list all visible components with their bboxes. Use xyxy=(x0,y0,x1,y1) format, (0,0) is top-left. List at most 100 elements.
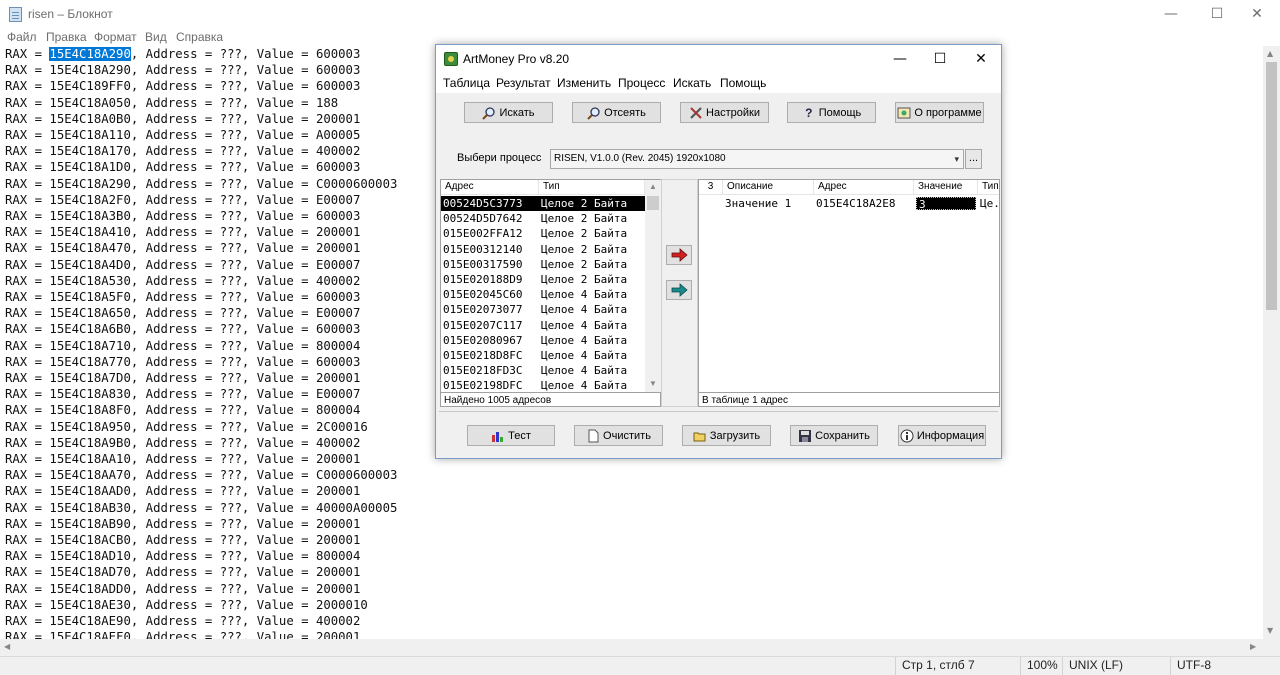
table-cell-type[interactable]: Целое 2 Байта xyxy=(539,226,645,241)
menu-view[interactable]: Вид xyxy=(145,30,167,44)
table-cell-type[interactable]: Целое 4 Байта xyxy=(539,333,645,348)
table-cell-type[interactable]: Целое 4 Байта xyxy=(539,348,645,363)
text-line: RAX = 15E4C18A050, Address = ???, Value … xyxy=(5,95,339,110)
close-button[interactable]: ✕ xyxy=(1234,0,1280,28)
column-header-value[interactable]: Значение xyxy=(914,180,978,195)
menu-format[interactable]: Формат xyxy=(94,30,137,44)
table-cell-type[interactable]: Целое 2 Байта xyxy=(539,272,645,287)
text-line: RAX = 15E4C18A2F0, Address = ???, Value … xyxy=(5,192,361,207)
menu-edit[interactable]: Правка xyxy=(46,30,87,44)
column-header-type[interactable]: Тип xyxy=(539,180,645,195)
menu-change[interactable]: Изменить xyxy=(557,76,611,90)
text-line: RAX = 15E4C18AAD0, Address = ???, Value … xyxy=(5,484,361,499)
menu-process[interactable]: Процесс xyxy=(618,76,665,90)
status-zoom: 100% xyxy=(1020,657,1062,675)
scroll-right-icon[interactable]: ▶ xyxy=(1250,642,1256,651)
browse-process-button[interactable]: ... xyxy=(965,149,982,169)
maximize-button[interactable]: ☐ xyxy=(919,45,961,73)
table-cell-address[interactable]: 015E00317590 xyxy=(441,257,539,272)
scroll-down-icon[interactable]: ▼ xyxy=(1267,626,1273,635)
scroll-thumb[interactable] xyxy=(647,196,659,210)
table-cell-type[interactable]: Целое 2 Байта xyxy=(539,211,645,226)
table-cell-type[interactable]: Це. xyxy=(978,196,999,211)
menu-table[interactable]: Таблица xyxy=(443,76,490,90)
notepad-app-icon xyxy=(9,7,22,22)
search-button[interactable]: Искать xyxy=(464,102,553,123)
search-results-table[interactable]: Адрес Тип 00524D5C3773 Целое 2 Байта 00524… xyxy=(441,180,645,392)
address-table[interactable]: 3 Описание Адрес Значение Тип Значение 1… xyxy=(699,180,999,392)
move-right-button[interactable] xyxy=(666,280,692,300)
add-to-table-button[interactable] xyxy=(666,245,692,265)
clear-button[interactable]: Очистить xyxy=(574,425,663,446)
save-button[interactable]: Сохранить xyxy=(790,425,878,446)
results-scrollbar[interactable]: ▲ ▼ xyxy=(645,180,661,392)
scroll-left-icon[interactable]: ◀ xyxy=(4,642,10,651)
menu-search[interactable]: Искать xyxy=(673,76,711,90)
minimize-button[interactable]: — xyxy=(1148,0,1194,28)
value-edit-field[interactable]: 3 xyxy=(916,197,976,210)
table-cell-address[interactable]: 015E020188D9 xyxy=(441,272,539,287)
scroll-up-icon[interactable]: ▲ xyxy=(649,182,657,191)
help-button[interactable]: ? Помощь xyxy=(787,102,876,123)
table-cell-type[interactable]: Целое 4 Байта xyxy=(539,302,645,317)
notepad-horizontal-scrollbar[interactable]: ◀ ▶ xyxy=(0,639,1263,656)
load-button[interactable]: Загрузить xyxy=(682,425,771,446)
notepad-vertical-scrollbar[interactable]: ▲ ▼ xyxy=(1263,46,1280,639)
table-cell-address[interactable]: 015E002FFA12 xyxy=(441,226,539,241)
close-button[interactable]: ✕ xyxy=(960,45,1002,73)
text-line: RAX = 15E4C18ACB0, Address = ???, Value … xyxy=(5,533,361,547)
found-count-label: Найдено 1005 адресов xyxy=(444,395,552,406)
artmoney-title: ArtMoney Pro v8.20 xyxy=(463,52,570,66)
menu-result[interactable]: Результат xyxy=(496,76,551,90)
column-header-address[interactable]: Адрес xyxy=(441,180,539,195)
menu-file[interactable]: Файл xyxy=(7,30,37,44)
table-cell-address[interactable]: 015E0218FD3C xyxy=(441,363,539,378)
status-encoding: UTF-8 xyxy=(1170,657,1280,675)
settings-button[interactable]: Настройки xyxy=(680,102,769,123)
table-cell-address[interactable]: 015E02045C60 xyxy=(441,287,539,302)
column-header-address[interactable]: Адрес xyxy=(814,180,914,195)
text-line: RAX = 15E4C18A170, Address = ???, Value … xyxy=(5,144,361,159)
column-header-type[interactable]: Тип xyxy=(978,180,999,195)
table-cell-description[interactable]: Значение 1 xyxy=(723,196,814,211)
arrow-right-icon xyxy=(671,248,688,262)
scroll-thumb[interactable] xyxy=(1266,62,1277,310)
text-line: RAX = 15E4C189FF0, Address = ???, Value … xyxy=(5,79,361,94)
text-line: RAX = 15E4C18A470, Address = ???, Value … xyxy=(5,241,361,256)
process-select[interactable]: RISEN, V1.0.0 (Rev. 2045) 1920x1080 ▾ xyxy=(550,149,964,169)
menu-help[interactable]: Справка xyxy=(176,30,223,44)
scroll-up-icon[interactable]: ▲ xyxy=(1267,49,1273,58)
table-cell-address[interactable]: 015E4C18A2E8 xyxy=(814,196,914,211)
minimize-button[interactable]: — xyxy=(879,45,921,73)
column-header-description[interactable]: Описание xyxy=(723,180,814,195)
column-header-count[interactable]: 3 xyxy=(699,180,723,195)
text-line: RAX = 15E4C18AE90, Address = ???, Value … xyxy=(5,614,361,628)
table-cell-address[interactable]: 015E02080967 xyxy=(441,333,539,348)
table-cell-type[interactable]: Целое 4 Байта xyxy=(539,287,645,302)
table-cell-address[interactable]: 00524D5C3773 xyxy=(441,196,539,211)
chevron-down-icon: ▾ xyxy=(954,154,959,164)
about-button[interactable]: О программе xyxy=(895,102,984,123)
table-cell-address[interactable]: 015E02198DFC xyxy=(441,378,539,392)
table-cell-address[interactable]: 015E00312140 xyxy=(441,242,539,257)
process-label: Выбери процесс xyxy=(457,152,542,164)
text-line: RAX = 15E4C18A410, Address = ???, Value … xyxy=(5,225,361,240)
table-cell-address[interactable]: 015E0218D8FC xyxy=(441,348,539,363)
text-line: RAX = 15E4C18A830, Address = ???, Value … xyxy=(5,387,361,402)
table-cell-address[interactable]: 00524D5D7642 xyxy=(441,211,539,226)
table-cell-type[interactable]: Целое 2 Байта xyxy=(539,257,645,272)
table-cell-type[interactable]: Целое 4 Байта xyxy=(539,318,645,333)
scroll-down-icon[interactable]: ▼ xyxy=(649,379,657,388)
artmoney-app-icon xyxy=(444,52,458,66)
table-cell-type[interactable]: Целое 4 Байта xyxy=(539,363,645,378)
table-cell-type[interactable]: Целое 4 Байта xyxy=(539,378,645,392)
search-results-panel: Адрес Тип 00524D5C3773 Целое 2 Байта 00524… xyxy=(440,179,661,407)
menu-help[interactable]: Помощь xyxy=(720,76,766,90)
info-button[interactable]: Информация xyxy=(898,425,986,446)
table-cell-address[interactable]: 015E0207C117 xyxy=(441,318,539,333)
test-button[interactable]: Тест xyxy=(467,425,555,446)
filter-button[interactable]: Отсеять xyxy=(572,102,661,123)
table-cell-address[interactable]: 015E02073077 xyxy=(441,302,539,317)
table-cell-type[interactable]: Целое 2 Байта xyxy=(539,196,645,211)
table-cell-type[interactable]: Целое 2 Байта xyxy=(539,242,645,257)
